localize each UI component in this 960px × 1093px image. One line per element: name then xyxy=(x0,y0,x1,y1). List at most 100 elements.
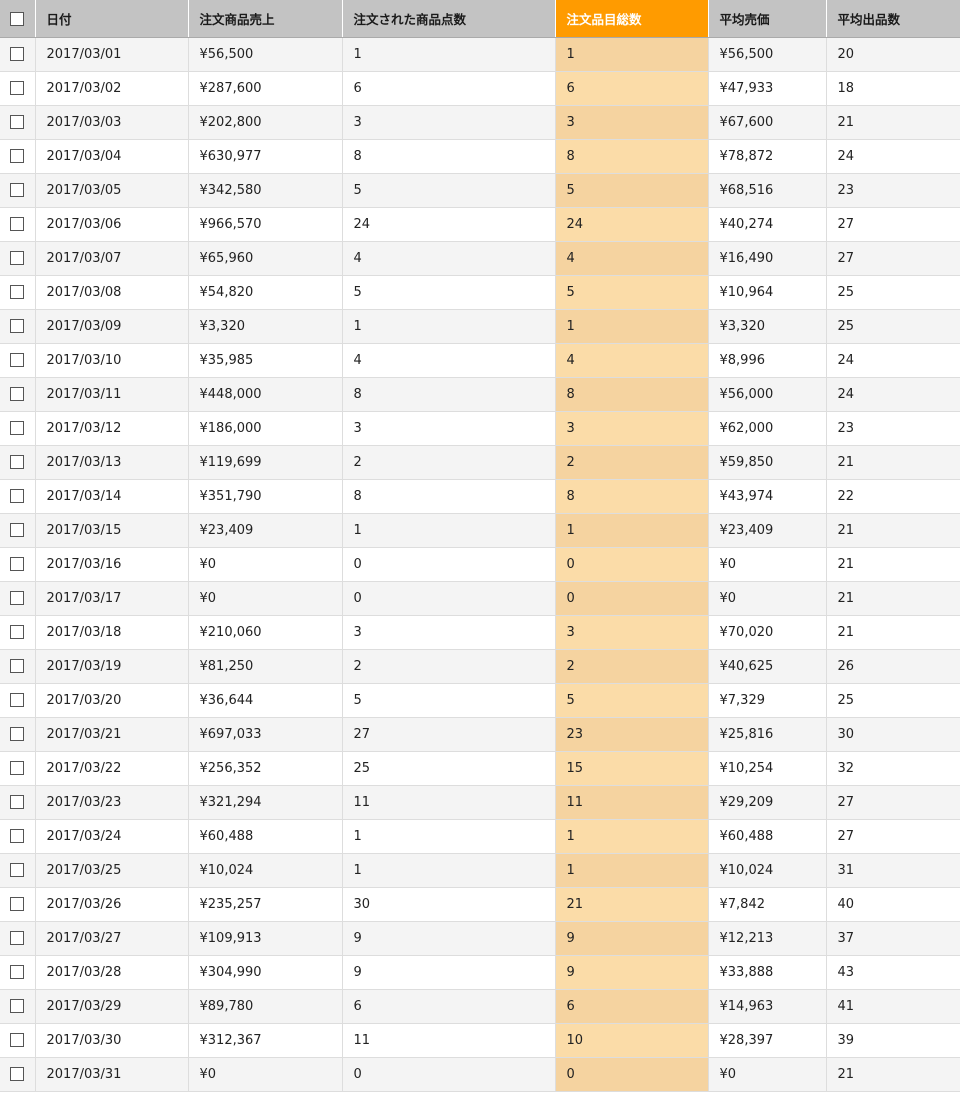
ordered-sales-cell: ¥351,790 xyxy=(188,479,343,514)
row-checkbox[interactable] xyxy=(10,829,25,843)
row-checkbox[interactable] xyxy=(10,863,25,877)
average-listings-cell: 27 xyxy=(826,819,960,854)
row-select-cell xyxy=(0,581,36,616)
ordered-sales-cell: ¥60,488 xyxy=(188,819,343,854)
row-checkbox[interactable] xyxy=(10,115,25,129)
row-checkbox[interactable] xyxy=(10,251,25,265)
row-checkbox[interactable] xyxy=(10,47,25,61)
column-header-date[interactable]: 日付 xyxy=(35,0,189,38)
row-checkbox[interactable] xyxy=(10,795,25,809)
average-price-cell: ¥68,516 xyxy=(708,173,827,208)
average-listings-cell: 21 xyxy=(826,615,960,650)
table-row: 2017/03/14 ¥351,790 8 8 ¥43,974 22 xyxy=(0,479,960,514)
average-price-cell: ¥43,974 xyxy=(708,479,827,514)
date-cell: 2017/03/01 xyxy=(35,37,189,72)
select-all-checkbox[interactable] xyxy=(10,12,25,26)
ordered-sales-cell: ¥342,580 xyxy=(188,173,343,208)
row-checkbox[interactable] xyxy=(10,557,25,571)
average-listings-cell: 25 xyxy=(826,683,960,718)
date-cell: 2017/03/12 xyxy=(35,411,189,446)
total-order-items-cell: 4 xyxy=(555,343,709,378)
row-checkbox[interactable] xyxy=(10,421,25,435)
row-checkbox[interactable] xyxy=(10,217,25,231)
average-price-cell: ¥60,488 xyxy=(708,819,827,854)
row-checkbox[interactable] xyxy=(10,285,25,299)
row-checkbox[interactable] xyxy=(10,1033,25,1047)
table-row: 2017/03/08 ¥54,820 5 5 ¥10,964 25 xyxy=(0,275,960,310)
date-cell: 2017/03/02 xyxy=(35,71,189,106)
units-ordered-cell: 8 xyxy=(342,139,556,174)
row-checkbox[interactable] xyxy=(10,353,25,367)
total-order-items-cell: 15 xyxy=(555,751,709,786)
row-checkbox[interactable] xyxy=(10,81,25,95)
row-checkbox[interactable] xyxy=(10,319,25,333)
row-checkbox[interactable] xyxy=(10,693,25,707)
row-checkbox[interactable] xyxy=(10,659,25,673)
date-cell: 2017/03/20 xyxy=(35,683,189,718)
column-header-total-order-items[interactable]: 注文品目総数 xyxy=(555,0,709,38)
row-checkbox[interactable] xyxy=(10,965,25,979)
date-cell: 2017/03/25 xyxy=(35,853,189,888)
ordered-sales-cell: ¥256,352 xyxy=(188,751,343,786)
date-cell: 2017/03/24 xyxy=(35,819,189,854)
row-select-cell xyxy=(0,377,36,412)
row-select-cell xyxy=(0,1023,36,1058)
row-checkbox[interactable] xyxy=(10,149,25,163)
column-header-average-listings[interactable]: 平均出品数 xyxy=(826,0,960,38)
total-order-items-cell: 8 xyxy=(555,139,709,174)
row-checkbox[interactable] xyxy=(10,727,25,741)
ordered-sales-cell: ¥287,600 xyxy=(188,71,343,106)
row-checkbox[interactable] xyxy=(10,931,25,945)
row-checkbox[interactable] xyxy=(10,489,25,503)
average-price-cell: ¥10,254 xyxy=(708,751,827,786)
date-cell: 2017/03/14 xyxy=(35,479,189,514)
row-checkbox[interactable] xyxy=(10,523,25,537)
table-row: 2017/03/29 ¥89,780 6 6 ¥14,963 41 xyxy=(0,989,960,1024)
units-ordered-cell: 1 xyxy=(342,309,556,344)
row-checkbox[interactable] xyxy=(10,897,25,911)
average-price-cell: ¥14,963 xyxy=(708,989,827,1024)
ordered-sales-cell: ¥186,000 xyxy=(188,411,343,446)
column-header-units-ordered[interactable]: 注文された商品点数 xyxy=(342,0,556,38)
units-ordered-cell: 1 xyxy=(342,819,556,854)
average-price-cell: ¥23,409 xyxy=(708,513,827,548)
units-ordered-cell: 5 xyxy=(342,683,556,718)
row-select-cell xyxy=(0,989,36,1024)
average-listings-cell: 41 xyxy=(826,989,960,1024)
table-row: 2017/03/19 ¥81,250 2 2 ¥40,625 26 xyxy=(0,649,960,684)
row-checkbox[interactable] xyxy=(10,999,25,1013)
table-row: 2017/03/26 ¥235,257 30 21 ¥7,842 40 xyxy=(0,887,960,922)
average-price-cell: ¥10,024 xyxy=(708,853,827,888)
ordered-sales-cell: ¥630,977 xyxy=(188,139,343,174)
average-price-cell: ¥47,933 xyxy=(708,71,827,106)
column-header-average-price[interactable]: 平均売価 xyxy=(708,0,827,38)
row-checkbox[interactable] xyxy=(10,591,25,605)
average-listings-cell: 23 xyxy=(826,173,960,208)
units-ordered-cell: 1 xyxy=(342,853,556,888)
total-order-items-cell: 8 xyxy=(555,377,709,412)
average-price-cell: ¥78,872 xyxy=(708,139,827,174)
average-price-cell: ¥67,600 xyxy=(708,105,827,140)
row-checkbox[interactable] xyxy=(10,761,25,775)
row-select-cell xyxy=(0,139,36,174)
row-checkbox[interactable] xyxy=(10,387,25,401)
total-order-items-cell: 9 xyxy=(555,955,709,990)
row-checkbox[interactable] xyxy=(10,1067,25,1081)
row-checkbox[interactable] xyxy=(10,625,25,639)
average-price-cell: ¥33,888 xyxy=(708,955,827,990)
row-select-cell xyxy=(0,343,36,378)
row-checkbox[interactable] xyxy=(10,183,25,197)
average-listings-cell: 27 xyxy=(826,207,960,242)
row-select-cell xyxy=(0,785,36,820)
row-select-cell xyxy=(0,853,36,888)
row-select-cell xyxy=(0,207,36,242)
average-listings-cell: 24 xyxy=(826,377,960,412)
row-select-cell xyxy=(0,513,36,548)
row-select-cell xyxy=(0,615,36,650)
row-select-cell xyxy=(0,241,36,276)
units-ordered-cell: 4 xyxy=(342,343,556,378)
row-checkbox[interactable] xyxy=(10,455,25,469)
table-row: 2017/03/20 ¥36,644 5 5 ¥7,329 25 xyxy=(0,683,960,718)
column-header-ordered-sales[interactable]: 注文商品売上 xyxy=(188,0,343,38)
row-select-cell xyxy=(0,71,36,106)
